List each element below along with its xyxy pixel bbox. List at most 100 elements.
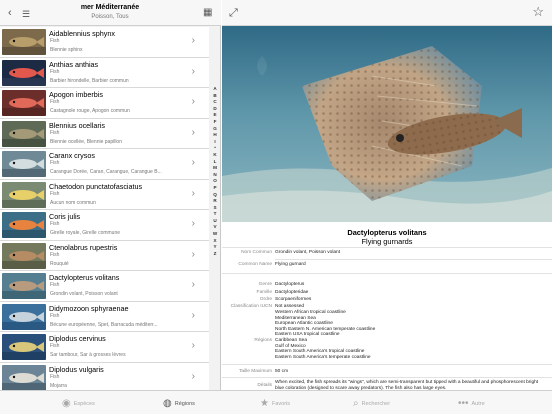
- chevron-right-icon: ›: [191, 309, 195, 321]
- species-photo[interactable]: [222, 26, 552, 222]
- alphabet-index[interactable]: A B C D E F G H I • K L M N O P Q R S T U V W X Y Z: [209, 86, 221, 257]
- field-label: Common Name: [238, 262, 272, 267]
- species-thumbnail: [2, 29, 46, 55]
- max-size-value: 50 cm: [275, 369, 289, 374]
- species-thumbnail: [2, 120, 46, 147]
- carousel-dot[interactable]: [383, 223, 386, 226]
- species-title: Caranx crysos: [49, 151, 95, 160]
- index-letter[interactable]: U: [209, 218, 221, 225]
- scientific-name: Dactylopterus volitans: [347, 228, 427, 237]
- species-thumbnail: [2, 212, 46, 238]
- species-row[interactable]: Chaetodon punctatofasciatus Fish Aucun nom…: [0, 179, 209, 210]
- index-letter[interactable]: C: [209, 99, 221, 106]
- expand-icon[interactable]: ⤢: [229, 6, 238, 20]
- tab-label: Espèces: [73, 400, 95, 407]
- chevron-right-icon: ›: [191, 218, 195, 229]
- species-common-name: Castagnole rouge, Apogon commun: [50, 108, 130, 114]
- species-row[interactable]: Coris julis Fish Girelle royale, Girelle c…: [0, 210, 209, 241]
- species-row[interactable]: Diplodus vulgaris Fish Mojarra ›: [0, 362, 209, 390]
- species-row[interactable]: Anthias anthias Fish Barbier hirondelle, B…: [0, 57, 209, 88]
- grid-view-icon[interactable]: ▦: [203, 6, 212, 20]
- index-letter[interactable]: L: [209, 159, 221, 166]
- divider: [222, 364, 552, 365]
- species-common-name: Rouquié: [50, 260, 69, 267]
- max-size-label: Taille Maximum: [238, 369, 272, 374]
- index-letter[interactable]: E: [209, 112, 221, 119]
- species-row[interactable]: Caranx crysos Fish Carangue Dorée, Caran, …: [0, 149, 209, 180]
- index-letter[interactable]: Y: [209, 244, 221, 251]
- index-letter[interactable]: D: [209, 106, 221, 113]
- species-row[interactable]: Apogon imberbis Fish Castagnole rouge, Apo…: [0, 88, 209, 119]
- index-letter[interactable]: P: [209, 185, 221, 192]
- field-label: Famille: [256, 290, 272, 295]
- favorite-star-icon[interactable]: ☆: [532, 5, 544, 19]
- species-type: Fish: [50, 312, 60, 319]
- field-label: Classification IUCN: [230, 304, 272, 309]
- index-letter[interactable]: Q: [209, 192, 221, 199]
- tab-label: Favoris: [271, 400, 290, 407]
- back-chevron-icon[interactable]: ‹: [8, 6, 12, 20]
- species-row[interactable]: Dactylopterus volitans Fish Grondin volant…: [0, 271, 209, 302]
- tab-label: Rechercher: [361, 400, 391, 407]
- tab-label: Autre: [471, 400, 485, 407]
- species-title: Anthias anthias: [49, 59, 99, 69]
- species-row[interactable]: Didymozoon sphyraenae Fish Bécune européen…: [0, 301, 209, 332]
- index-letter[interactable]: W: [209, 231, 221, 238]
- species-common-name: Grondin volant, Poisson volant: [50, 291, 118, 297]
- field-value: Dactylopteridae: [275, 290, 309, 295]
- species-row[interactable]: Aidablennius sphynx Fish Blennie sphinx ›: [0, 27, 209, 58]
- index-letter[interactable]: M: [209, 165, 221, 172]
- divider: [222, 377, 552, 378]
- species-title: Blennius ocellaris: [49, 120, 105, 130]
- species-thumbnail: [2, 151, 46, 177]
- species-common-name: Mojarra: [50, 382, 67, 389]
- index-letter[interactable]: S: [209, 205, 221, 212]
- species-title: Ctenolabrus rupestris: [49, 242, 118, 252]
- index-letter[interactable]: F: [209, 119, 221, 126]
- field-value: Dactylopterus: [275, 282, 305, 287]
- carousel-dot[interactable]: [387, 223, 390, 226]
- tab-globe[interactable]: ◍ Régions: [163, 395, 195, 411]
- species-row[interactable]: Blennius ocellaris Fish Blennie ocellée, B…: [0, 118, 209, 149]
- field-value: Flying gurnard: [275, 262, 306, 267]
- species-common-name: Bécune européenne, Spet, Barracuda médit…: [50, 321, 158, 328]
- species-title: Aidablennius sphynx: [49, 29, 115, 38]
- index-letter[interactable]: Z: [209, 251, 221, 258]
- species-title: Dactylopterus volitans: [49, 273, 120, 282]
- index-letter[interactable]: N: [209, 172, 221, 179]
- page-title: mer Méditerranée: [80, 4, 140, 11]
- species-title: Coris julis: [49, 212, 81, 221]
- index-letter[interactable]: G: [209, 126, 221, 133]
- species-common-name: Blennie sphinx: [50, 47, 83, 53]
- species-common-name: Barbier hirondelle, Barbier commun: [50, 77, 129, 84]
- species-title: Chaetodon punctatofasciatus: [49, 181, 143, 191]
- species-thumbnail: [2, 303, 46, 330]
- tab-more[interactable]: ••• Autre: [458, 395, 485, 411]
- index-letter[interactable]: I: [209, 139, 221, 146]
- tab-search[interactable]: ⌕ Rechercher: [353, 395, 390, 411]
- species-type: Fish: [50, 373, 60, 380]
- index-letter[interactable]: B: [209, 93, 221, 100]
- index-letter[interactable]: O: [209, 178, 221, 185]
- species-type: Fish: [50, 68, 60, 75]
- index-letter[interactable]: K: [209, 152, 221, 159]
- field-value: Scorpaeniformes: [275, 297, 312, 302]
- index-letter[interactable]: R: [209, 198, 221, 205]
- tab-star[interactable]: ★ Favoris: [260, 395, 290, 411]
- species-title: Diplodus cervinus: [49, 334, 106, 343]
- index-letter[interactable]: A: [209, 86, 221, 93]
- index-letter[interactable]: •: [209, 145, 221, 152]
- species-thumbnail: [2, 334, 46, 360]
- species-row[interactable]: Ctenolabrus rupestris Fish Rouquié ›: [0, 240, 209, 271]
- index-letter[interactable]: H: [209, 132, 221, 139]
- species-row[interactable]: Diplodus cervinus Fish Sar tambour, Sar à …: [0, 332, 209, 363]
- menu-icon[interactable]: ☰: [22, 7, 30, 21]
- species-type: Fish: [50, 343, 60, 349]
- species-common-name: Sar tambour, Sar à grosses lèvres: [50, 352, 126, 358]
- index-letter[interactable]: X: [209, 238, 221, 245]
- index-letter[interactable]: V: [209, 224, 221, 231]
- species-thumbnail: [2, 364, 46, 390]
- index-letter[interactable]: T: [209, 211, 221, 218]
- page-subtitle: Poisson, Tous: [91, 14, 129, 20]
- tab-fish[interactable]: ◉ Espèces: [62, 395, 95, 411]
